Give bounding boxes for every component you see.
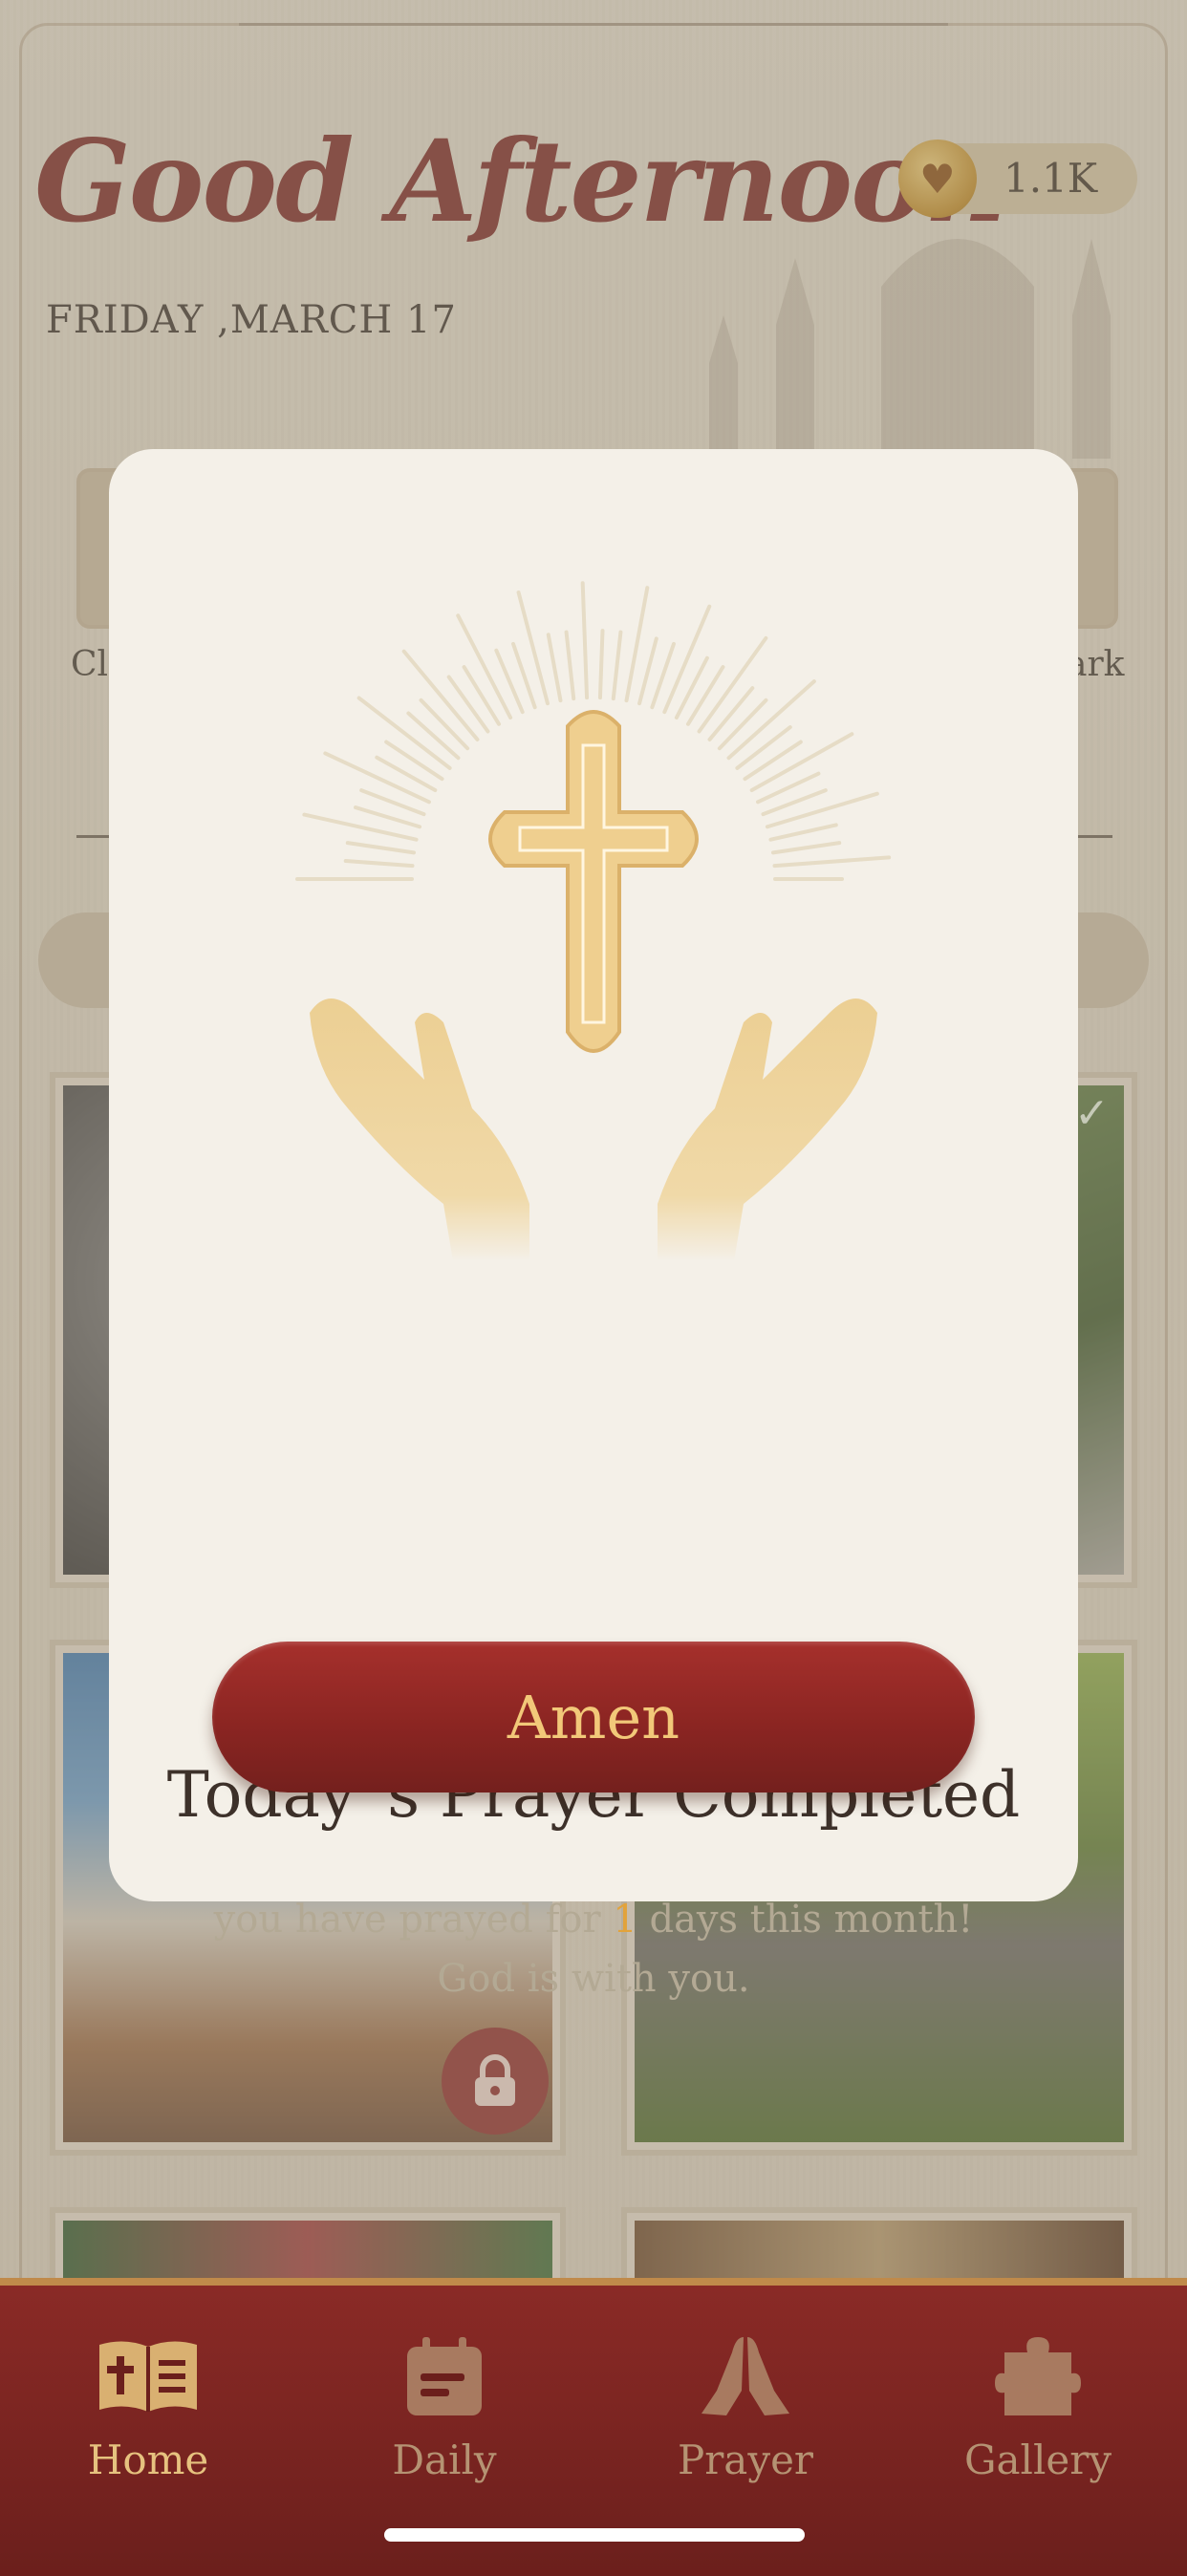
bible-icon — [99, 2341, 197, 2412]
dialog-message: you have prayed for 1 days this month! Go… — [109, 1890, 1078, 2008]
tab-home[interactable]: Home — [43, 2333, 253, 2483]
tab-daily[interactable]: Daily — [339, 2333, 550, 2483]
tab-label: Home — [87, 2436, 209, 2483]
calendar-icon — [407, 2337, 482, 2415]
tab-gallery[interactable]: Gallery — [933, 2333, 1143, 2483]
home-indicator[interactable] — [384, 2528, 805, 2542]
tab-label: Gallery — [963, 2436, 1112, 2483]
tab-prayer[interactable]: Prayer — [640, 2333, 851, 2483]
prayer-day-count: 1 — [613, 1898, 637, 1942]
message-line-2: God is with you. — [437, 1957, 750, 2001]
tab-label: Prayer — [677, 2436, 814, 2483]
message-suffix: days this month! — [649, 1898, 974, 1942]
tab-label: Daily — [392, 2436, 497, 2483]
puzzle-icon — [995, 2337, 1081, 2415]
praying-hands-icon — [701, 2337, 789, 2415]
amen-button[interactable]: Amen — [212, 1642, 975, 1792]
message-prefix: you have prayed for — [213, 1898, 601, 1942]
praying-hands-cross-illustration — [295, 581, 892, 1261]
